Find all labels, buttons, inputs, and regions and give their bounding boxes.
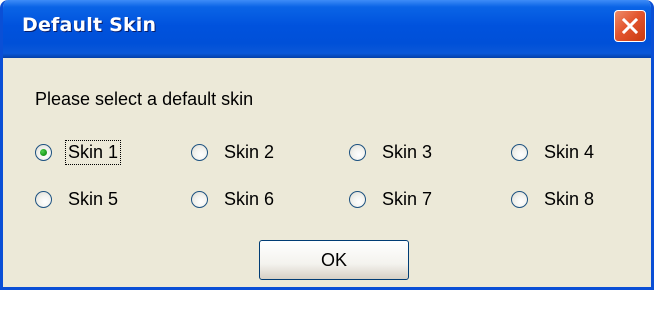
skin-4-radio[interactable]: Skin 4	[511, 139, 596, 165]
close-button[interactable]	[614, 10, 646, 42]
ok-button[interactable]: OK	[259, 240, 409, 280]
skin-7-label[interactable]: Skin 7	[380, 188, 434, 211]
prompt-label: Please select a default skin	[35, 89, 254, 109]
radio-selected-dot	[40, 148, 47, 156]
default-skin-dialog: Default Skin Please select a default ski…	[0, 0, 654, 290]
skin-6-radio[interactable]: Skin 6	[191, 186, 276, 212]
radio-circle[interactable]	[191, 190, 208, 208]
skin-1-label[interactable]: Skin 1	[64, 139, 122, 165]
skin-8-radio[interactable]: Skin 8	[511, 186, 596, 212]
radio-circle[interactable]	[349, 190, 366, 208]
skin-7-radio[interactable]: Skin 7	[349, 186, 434, 212]
radio-circle[interactable]	[511, 143, 528, 161]
skin-2-radio[interactable]: Skin 2	[191, 139, 276, 165]
close-icon	[621, 17, 639, 35]
radio-circle[interactable]	[349, 143, 366, 161]
skin-2-label[interactable]: Skin 2	[222, 141, 276, 164]
skin-6-label[interactable]: Skin 6	[222, 188, 276, 211]
radio-circle[interactable]	[35, 190, 52, 208]
skin-4-label[interactable]: Skin 4	[542, 141, 596, 164]
skin-5-label[interactable]: Skin 5	[66, 188, 120, 211]
skin-1-radio[interactable]: Skin 1	[35, 139, 122, 165]
radio-circle[interactable]	[35, 143, 52, 161]
skin-3-label[interactable]: Skin 3	[380, 141, 434, 164]
skin-3-radio[interactable]: Skin 3	[349, 139, 434, 165]
title-bar[interactable]: Default Skin	[3, 0, 651, 58]
skin-5-radio[interactable]: Skin 5	[35, 186, 120, 212]
radio-circle[interactable]	[191, 143, 208, 161]
dialog-title: Default Skin	[22, 14, 157, 36]
skin-8-label[interactable]: Skin 8	[542, 188, 596, 211]
radio-circle[interactable]	[511, 190, 528, 208]
